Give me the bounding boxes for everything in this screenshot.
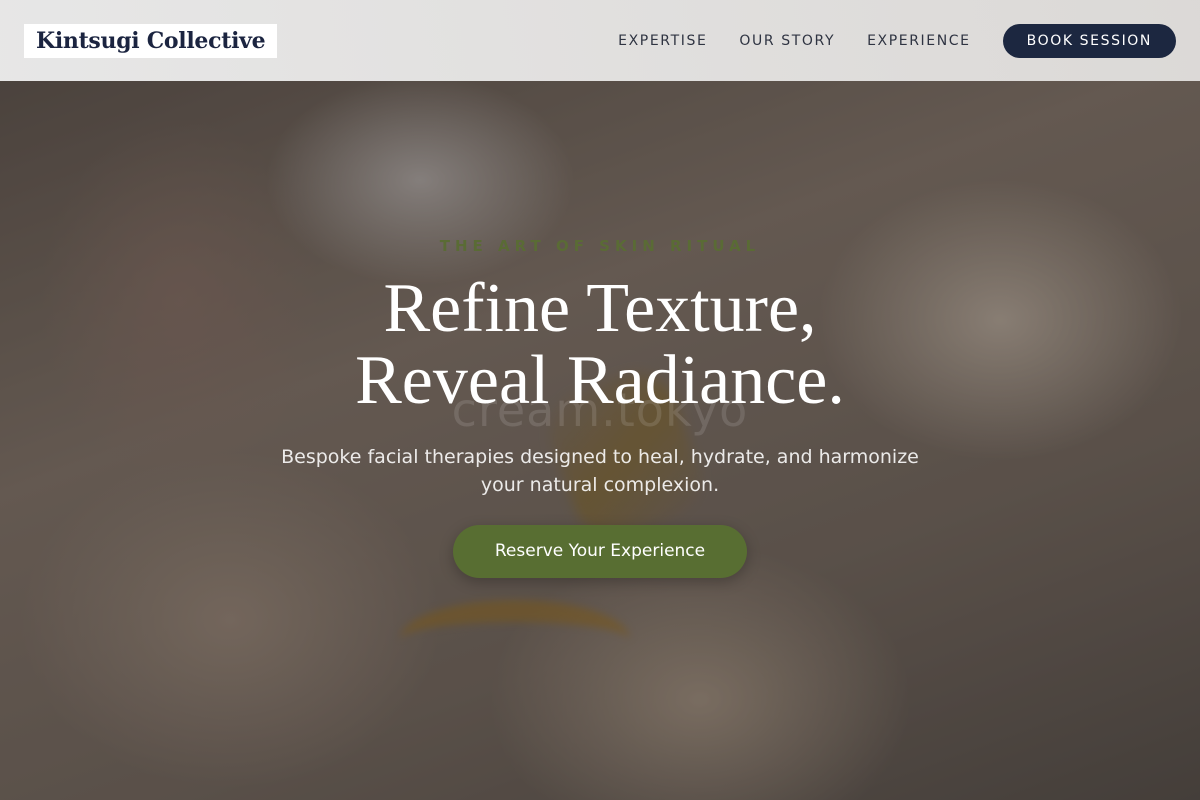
nav-link-expertise[interactable]: EXPERTISE: [618, 33, 707, 49]
site-header: Kintsugi Collective EXPERTISE OUR STORY …: [0, 0, 1200, 81]
image-watermark: cream.tokyo: [451, 383, 749, 437]
hero-subtitle: Bespoke facial therapies designed to hea…: [281, 446, 919, 496]
nav-link-experience[interactable]: EXPERIENCE: [867, 33, 971, 49]
brand-logo[interactable]: Kintsugi Collective: [24, 23, 278, 58]
headline-line-1: Refine Texture,: [383, 270, 817, 347]
hero-eyebrow: THE ART OF SKIN RITUAL: [439, 237, 761, 255]
book-session-button[interactable]: BOOK SESSION: [1002, 23, 1176, 58]
nav-link-our-story[interactable]: OUR STORY: [739, 33, 835, 49]
hero-section: THE ART OF SKIN RITUAL Refine Texture, R…: [0, 81, 1200, 800]
main-nav: EXPERTISE OUR STORY EXPERIENCE BOOK SESS…: [618, 23, 1176, 58]
reserve-experience-button[interactable]: Reserve Your Experience: [453, 525, 747, 578]
